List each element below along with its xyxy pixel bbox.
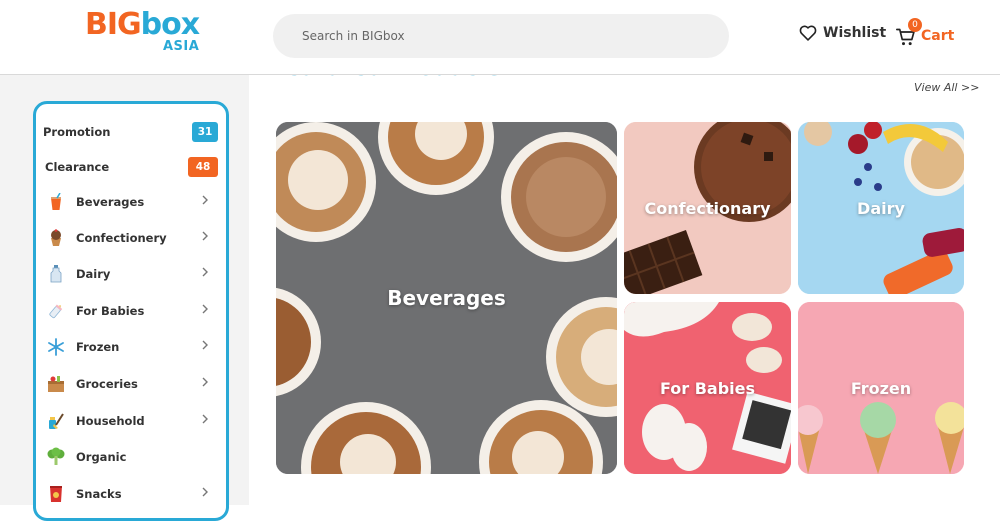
category-tile-confectionary[interactable]: Confectionary (624, 122, 791, 294)
category-tile-for-babies[interactable]: For Babies (624, 302, 791, 474)
logo-big: BIG (85, 7, 142, 42)
sidebar-item-groceries[interactable]: Groceries (36, 366, 226, 402)
category-sidebar: Promotion 31 Clearance 48 Beverages Conf… (33, 101, 229, 521)
beverage-icon (46, 192, 66, 212)
sidebar-item-dairy[interactable]: Dairy (36, 256, 226, 292)
sidebar-item-label: Organic (76, 450, 127, 464)
milk-bottle-icon (46, 264, 66, 284)
wishlist-label: Wishlist (823, 25, 887, 41)
chevron-right-icon (202, 377, 208, 387)
baby-bottle-icon (46, 301, 66, 321)
logo-box: box (140, 7, 200, 42)
sidebar-item-organic[interactable]: Organic (36, 439, 226, 475)
logo-wordmark: BIGbox (85, 7, 200, 42)
category-tile-frozen[interactable]: Frozen (798, 302, 964, 474)
sidebar-item-label: Household (76, 414, 145, 428)
view-all-link[interactable]: View All >> (914, 81, 979, 94)
snowflake-icon (46, 337, 66, 357)
tile-label: Beverages (387, 286, 506, 310)
wishlist-link[interactable]: Wishlist (799, 25, 886, 41)
top-header: BIGbox ASIA Wishlist 0 Cart (0, 0, 1000, 75)
sidebar-item-label: Frozen (76, 340, 120, 354)
cart-label: Cart (921, 28, 955, 44)
sidebar-item-household[interactable]: Household (36, 403, 226, 439)
tile-label: For Babies (659, 378, 756, 398)
sidebar-item-clearance[interactable]: Clearance 48 (36, 149, 226, 185)
tile-label: Frozen (850, 378, 912, 398)
sidebar-item-label: Snacks (76, 487, 122, 501)
heart-icon (799, 25, 817, 41)
sidebar-item-confectionery[interactable]: Confectionery (36, 220, 226, 256)
sidebar-item-snacks[interactable]: Snacks (36, 476, 226, 512)
sidebar-item-label: Dairy (76, 267, 111, 281)
logo-asia: ASIA (163, 39, 200, 54)
bigbox-logo[interactable]: BIGbox ASIA (85, 7, 200, 55)
sidebar-item-promotion[interactable]: Promotion 31 (36, 114, 226, 150)
clearance-count-badge: 48 (188, 157, 218, 177)
sidebar-item-beverages[interactable]: Beverages (36, 184, 226, 220)
sidebar-item-label: Clearance (45, 160, 110, 174)
sidebar-item-label: Groceries (76, 377, 138, 391)
grocery-box-icon (46, 374, 66, 394)
sidebar-item-for-babies[interactable]: For Babies (36, 293, 226, 329)
chevron-right-icon (202, 195, 208, 205)
tile-label: Confectionary (644, 198, 771, 218)
sidebar-item-label: Promotion (43, 125, 111, 139)
cleaning-icon (46, 411, 66, 431)
chevron-right-icon (202, 304, 208, 314)
chevron-right-icon (202, 414, 208, 424)
sidebar-item-frozen[interactable]: Frozen (36, 329, 226, 365)
chevron-right-icon (202, 267, 208, 277)
sidebar-item-label: For Babies (76, 304, 145, 318)
category-tile-beverages[interactable]: Beverages (276, 122, 617, 474)
search-bar (273, 14, 729, 58)
chevron-right-icon (202, 340, 208, 350)
promotion-count-badge: 31 (192, 122, 218, 142)
tile-label: Dairy (857, 198, 905, 218)
search-input[interactable] (273, 14, 729, 58)
cart-count-badge: 0 (908, 18, 922, 32)
chevron-right-icon (202, 231, 208, 241)
sidebar-item-label: Confectionery (76, 231, 167, 245)
category-tile-dairy[interactable]: Dairy (798, 122, 964, 294)
sidebar-item-label: Beverages (76, 195, 145, 209)
broccoli-icon (46, 447, 66, 467)
chips-icon (46, 484, 66, 504)
cupcake-icon (46, 228, 66, 248)
chevron-right-icon (202, 487, 208, 497)
